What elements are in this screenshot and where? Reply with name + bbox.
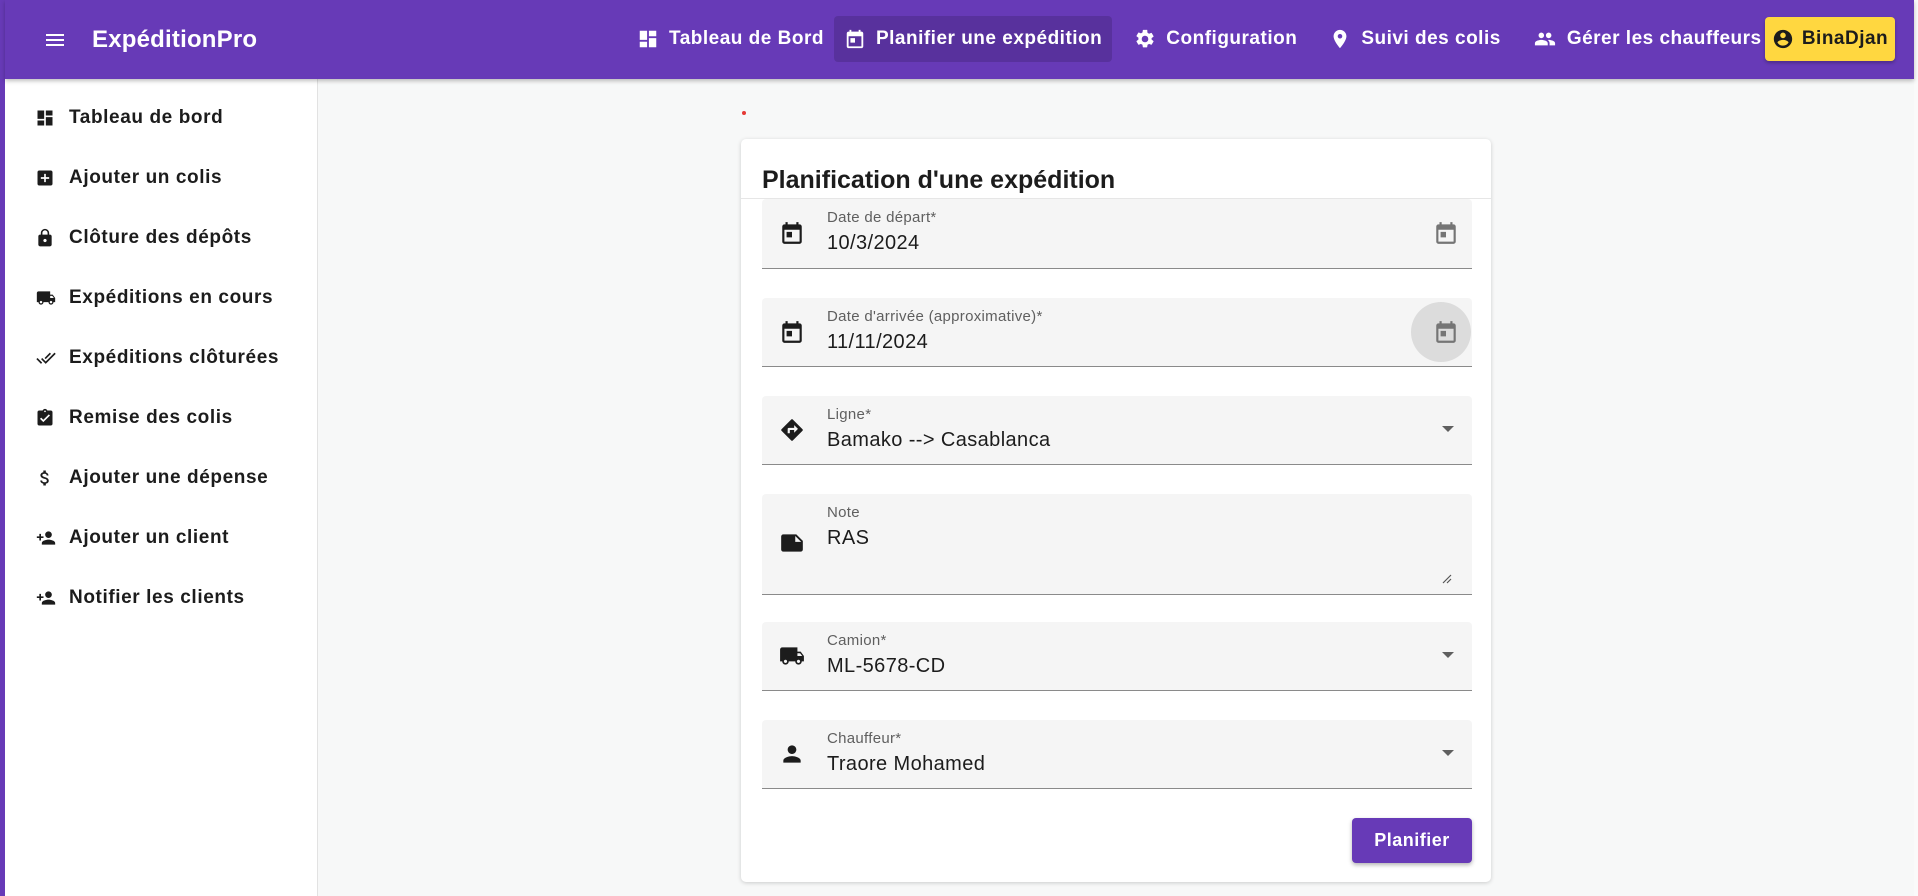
sidebar-item-remise-colis[interactable]: Remise des colis	[5, 393, 317, 443]
account-circle-icon	[1773, 29, 1792, 49]
field-label: Ligne*	[827, 406, 872, 423]
calendar-icon	[782, 321, 802, 343]
resize-handle-icon[interactable]	[1442, 574, 1452, 584]
nav-planifier-expedition[interactable]: Planifier une expédition	[833, 16, 1113, 62]
nav-tableau-de-bord[interactable]: Tableau de Bord	[627, 16, 834, 62]
nav-gerer-chauffeurs[interactable]: Gérer les chauffeurs	[1523, 16, 1772, 62]
location-pin-icon	[1333, 29, 1347, 49]
nav-label: Gérer les chauffeurs	[1566, 28, 1762, 49]
dashboard-icon	[639, 30, 657, 48]
indicator-dot	[742, 111, 746, 115]
sidebar-item-label: Expéditions clôturées	[69, 347, 280, 368]
truck-icon	[780, 647, 804, 665]
sidebar-item-label: Tableau de bord	[69, 107, 224, 128]
field-label: Chauffeur*	[827, 730, 902, 747]
nav-label: Configuration	[1166, 28, 1298, 49]
sidebar-item-ajouter-colis[interactable]: Ajouter un colis	[5, 153, 317, 203]
window-border-right	[1914, 0, 1918, 896]
note-textarea[interactable]: Note RAS	[762, 494, 1472, 595]
line-select[interactable]: Ligne* Bamako --> Casablanca	[762, 396, 1472, 465]
double-check-icon	[36, 352, 56, 364]
nav-label: Planifier une expédition	[875, 28, 1103, 49]
sidebar-item-label: Remise des colis	[69, 407, 233, 428]
truck-icon	[36, 291, 56, 305]
sidebar-item-expeditions-en-cours[interactable]: Expéditions en cours	[5, 273, 317, 323]
user-account-button[interactable]: BinaDjan	[1765, 17, 1895, 61]
field-value[interactable]: ML-5678-CD	[827, 655, 945, 678]
field-label: Date d'arrivée (approximative)*	[827, 308, 1043, 325]
date-picker-toggle[interactable]	[1432, 219, 1460, 247]
sidebar-item-expeditions-cloturees[interactable]: Expéditions clôturées	[5, 333, 317, 383]
date-picker-toggle[interactable]	[1432, 318, 1460, 346]
field-value[interactable]: 11/11/2024	[827, 331, 928, 354]
field-value[interactable]: 10/3/2024	[827, 232, 920, 255]
truck-select[interactable]: Camion* ML-5678-CD	[762, 622, 1472, 691]
calendar-icon	[846, 29, 864, 49]
nav-label: Tableau de Bord	[669, 28, 824, 49]
driver-select[interactable]: Chauffeur* Traore Mohamed	[762, 720, 1472, 789]
dropdown-arrow-icon[interactable]	[1442, 426, 1454, 432]
top-nav: Tableau de Bord Planifier une expédition…	[627, 16, 1772, 62]
sidebar-item-cloture-depots[interactable]: Clôture des dépôts	[5, 213, 317, 263]
gear-icon	[1136, 29, 1154, 48]
person-add-icon	[36, 591, 56, 605]
arrival-date-field[interactable]: Date d'arrivée (approximative)* 11/11/20…	[762, 298, 1472, 367]
dollar-icon	[40, 470, 49, 486]
field-label: Date de départ*	[827, 209, 937, 226]
sidebar-item-ajouter-client[interactable]: Ajouter un client	[5, 513, 317, 563]
add-box-icon	[37, 170, 53, 186]
person-icon	[783, 745, 801, 763]
sidebar-item-label: Ajouter un colis	[69, 167, 223, 188]
calendar-icon	[1436, 222, 1456, 244]
directions-icon	[781, 419, 803, 441]
sidebar-item-label: Notifier les clients	[69, 587, 245, 608]
clipboard-check-icon	[37, 408, 53, 426]
sidebar-item-tableau-de-bord[interactable]: Tableau de bord	[5, 93, 317, 143]
nav-configuration[interactable]: Configuration	[1124, 16, 1307, 62]
note-icon	[781, 534, 803, 552]
sidebar-item-label: Expéditions en cours	[69, 287, 274, 308]
field-label: Note	[827, 504, 860, 521]
app-bar: ExpéditionPro Tableau de Bord Planifier …	[5, 0, 1914, 79]
calendar-icon	[782, 222, 802, 244]
dropdown-arrow-icon[interactable]	[1442, 652, 1454, 658]
sidebar-item-notifier-clients[interactable]: Notifier les clients	[5, 573, 317, 623]
app-brand[interactable]: ExpéditionPro	[92, 26, 257, 54]
lock-icon	[38, 228, 52, 247]
sidebar-item-label: Ajouter une dépense	[69, 467, 269, 488]
nav-label: Suivi des colis	[1361, 28, 1501, 49]
planifier-button[interactable]: Planifier	[1352, 818, 1472, 863]
sidebar-item-label: Ajouter un client	[69, 527, 230, 548]
field-value[interactable]: RAS	[827, 527, 869, 550]
menu-icon[interactable]	[38, 23, 72, 57]
sidebar-item-label: Clôture des dépôts	[69, 227, 252, 248]
dropdown-arrow-icon[interactable]	[1442, 750, 1454, 756]
sidebar: Tableau de bord Ajouter un colis Clôture…	[5, 79, 318, 896]
calendar-icon	[1436, 321, 1456, 343]
expedition-form-card: Planification d'une expédition Date de d…	[741, 139, 1491, 882]
field-label: Camion*	[827, 632, 887, 649]
dashboard-icon	[37, 110, 53, 126]
sidebar-item-ajouter-depense[interactable]: Ajouter une dépense	[5, 453, 317, 503]
field-value[interactable]: Bamako --> Casablanca	[827, 429, 1051, 452]
people-icon	[1534, 32, 1555, 46]
nav-suivi-colis[interactable]: Suivi des colis	[1319, 16, 1511, 62]
page-title: Planification d'une expédition	[762, 166, 1116, 194]
person-add-icon	[36, 531, 56, 545]
field-value[interactable]: Traore Mohamed	[827, 753, 985, 776]
user-name: BinaDjan	[1801, 28, 1889, 49]
departure-date-field[interactable]: Date de départ* 10/3/2024	[762, 199, 1472, 269]
